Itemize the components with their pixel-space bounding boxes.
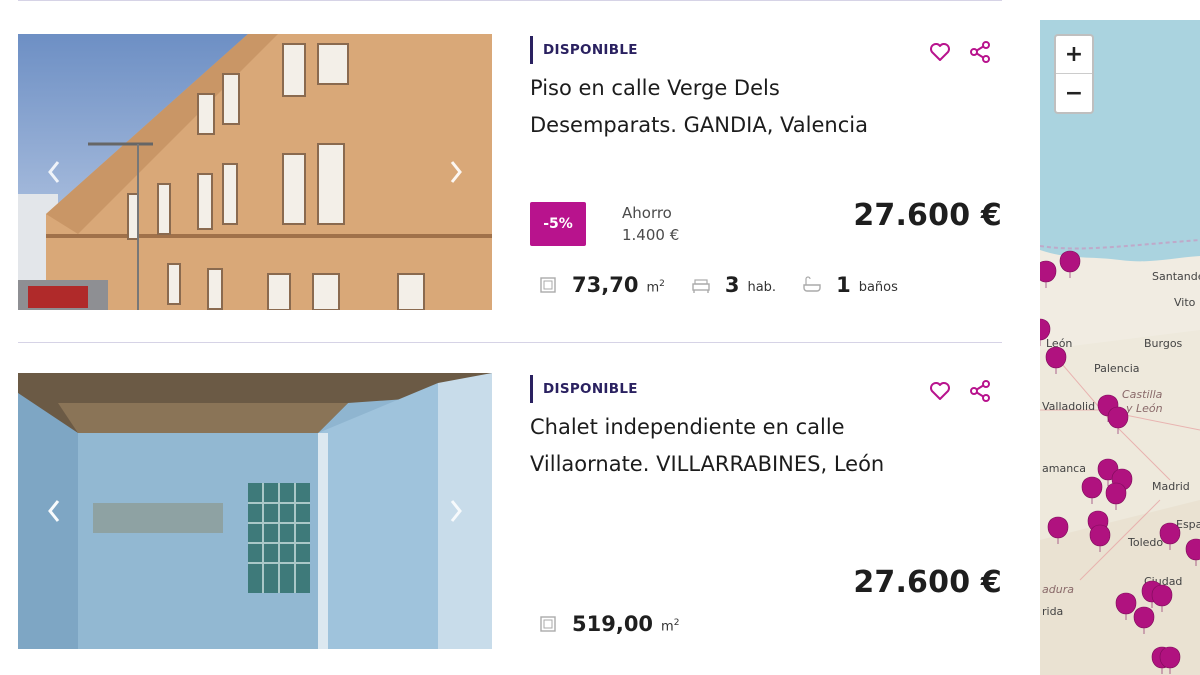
map-pin-icon[interactable] xyxy=(1107,406,1129,434)
map-pin-icon[interactable] xyxy=(1047,516,1069,544)
area-feature: 73,70 m2 xyxy=(538,274,665,296)
baths-unit: baños xyxy=(858,280,898,295)
listing-card-2[interactable]: DISPONIBLE Chalet independiente en calle… xyxy=(18,373,1002,653)
listing-info-1: DISPONIBLE Piso en calle Verge Dels Dese… xyxy=(530,34,1002,310)
map-pin-icon[interactable] xyxy=(1059,250,1081,278)
savings-label: Ahorro xyxy=(622,204,672,222)
listing-info-2: DISPONIBLE Chalet independiente en calle… xyxy=(530,373,1002,649)
map-pin-icon[interactable] xyxy=(1040,260,1057,288)
map-pin-icon[interactable] xyxy=(1159,646,1181,674)
rooms-value: 3 xyxy=(724,273,740,297)
chevron-left-icon xyxy=(48,161,60,183)
listing-features: 519,00 m2 xyxy=(538,613,705,635)
status-badge: DISPONIBLE xyxy=(530,375,638,403)
area-value: 519,00 xyxy=(572,612,654,636)
area-unit: m2 xyxy=(661,617,680,634)
listing-title-line-1[interactable]: Chalet independiente en calle xyxy=(530,409,950,446)
building-photo-image xyxy=(18,34,492,310)
map-pin-icon[interactable] xyxy=(1105,482,1127,510)
map-pin-icon[interactable] xyxy=(1133,606,1155,634)
map-pin-icon[interactable] xyxy=(1151,584,1173,612)
bed-icon xyxy=(692,279,710,293)
photo-prev-arrow-1[interactable] xyxy=(40,152,68,192)
heart-icon[interactable] xyxy=(928,379,952,403)
map-pin-icon[interactable] xyxy=(1045,346,1067,374)
listing-divider xyxy=(18,342,1002,343)
listing-price: 27.600 € xyxy=(853,198,1002,233)
bathtub-icon xyxy=(803,276,821,292)
photo-next-arrow-2[interactable] xyxy=(442,491,470,531)
map-pin-icon[interactable] xyxy=(1040,318,1051,346)
savings-info: Ahorro 1.400 € xyxy=(622,202,679,246)
listing-title-line-2[interactable]: Villaornate. VILLARRABINES, León xyxy=(530,446,950,483)
area-feature: 519,00 m2 xyxy=(538,613,679,635)
map-pin-icon[interactable] xyxy=(1089,524,1111,552)
baths-feature: 1 baños xyxy=(802,274,898,296)
photo-prev-arrow-2[interactable] xyxy=(40,491,68,531)
status-badge: DISPONIBLE xyxy=(530,36,638,64)
map-pins xyxy=(1040,250,1200,674)
top-divider xyxy=(18,0,1002,1)
listing-features: 73,70 m2 3 hab. 1 baños xyxy=(538,274,924,296)
listing-title[interactable]: Chalet independiente en calle Villaornat… xyxy=(530,409,950,483)
listing-price: 27.600 € xyxy=(853,565,1002,600)
listing-photo-2[interactable] xyxy=(18,373,492,649)
savings-value: 1.400 € xyxy=(622,226,680,244)
area-value: 73,70 xyxy=(572,273,639,297)
rooms-feature: 3 hab. xyxy=(691,274,776,296)
listing-photo-1[interactable] xyxy=(18,34,492,310)
listing-title-line-2[interactable]: Desemparats. GANDIA, Valencia xyxy=(530,107,950,144)
interior-photo-image xyxy=(18,373,492,649)
chevron-left-icon xyxy=(48,500,60,522)
listing-title-line-1[interactable]: Piso en calle Verge Dels xyxy=(530,70,950,107)
map-pin-icon[interactable] xyxy=(1115,592,1137,620)
share-icon[interactable] xyxy=(968,40,992,64)
area-icon xyxy=(540,277,556,293)
discount-badge: -5% xyxy=(530,202,586,246)
results-map[interactable]: + − Santander Vito León Burgos Palencia … xyxy=(1040,20,1200,675)
results-page: DISPONIBLE Piso en calle Verge Dels Dese… xyxy=(0,0,1200,675)
rooms-unit: hab. xyxy=(747,280,777,295)
listing-title[interactable]: Piso en calle Verge Dels Desemparats. GA… xyxy=(530,70,950,144)
baths-value: 1 xyxy=(836,273,851,297)
chevron-right-icon xyxy=(450,161,462,183)
map-pin-icon[interactable] xyxy=(1185,538,1200,566)
heart-icon[interactable] xyxy=(928,40,952,64)
map-pin-icon[interactable] xyxy=(1081,476,1103,504)
photo-next-arrow-1[interactable] xyxy=(442,152,470,192)
chevron-right-icon xyxy=(450,500,462,522)
area-icon xyxy=(540,616,556,632)
area-unit: m2 xyxy=(646,278,665,295)
share-icon[interactable] xyxy=(968,379,992,403)
map-pin-icon[interactable] xyxy=(1159,522,1181,550)
listing-card-1[interactable]: DISPONIBLE Piso en calle Verge Dels Dese… xyxy=(18,34,1002,314)
